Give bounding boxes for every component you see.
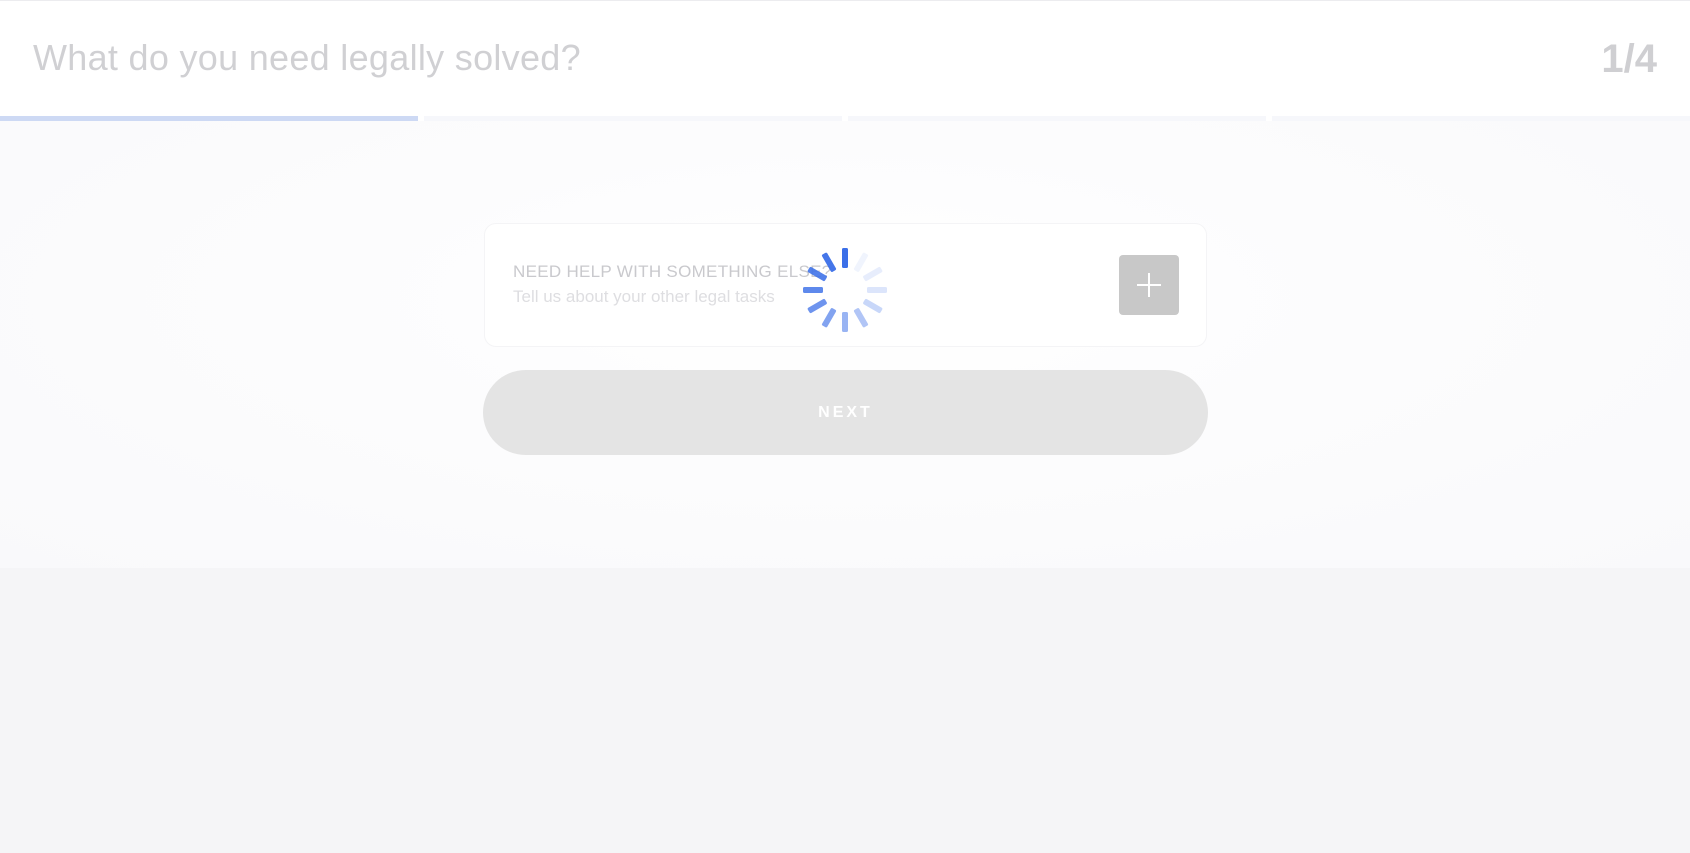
step-counter: 1/4 <box>1601 37 1657 81</box>
spinner-spoke <box>863 266 883 282</box>
spinner-spoke <box>821 252 837 272</box>
spinner-spoke <box>807 266 827 282</box>
spinner-spoke <box>853 252 869 272</box>
spinner-spoke <box>803 287 823 293</box>
spinner-spoke <box>807 298 827 314</box>
loading-spinner-icon <box>803 248 887 332</box>
spinner-spoke <box>842 312 848 332</box>
next-button[interactable]: NEXT <box>483 370 1208 455</box>
question-title: What do you need legally solved? <box>33 37 581 78</box>
other-task-title: NEED HELP WITH SOMETHING ELSE? <box>513 262 832 281</box>
add-task-button[interactable] <box>1119 255 1179 315</box>
spinner-spoke <box>842 248 848 268</box>
question-header: What do you need legally solved? 1/4 <box>0 0 1690 116</box>
questionnaire-panel: What do you need legally solved? 1/4 NEE… <box>0 0 1690 568</box>
spinner-spoke <box>821 308 837 328</box>
spinner-spoke <box>853 308 869 328</box>
spinner-spoke <box>863 298 883 314</box>
other-task-subtitle: Tell us about your other legal tasks <box>513 287 775 306</box>
spinner-spoke <box>867 287 887 293</box>
next-button-label: NEXT <box>818 403 873 421</box>
